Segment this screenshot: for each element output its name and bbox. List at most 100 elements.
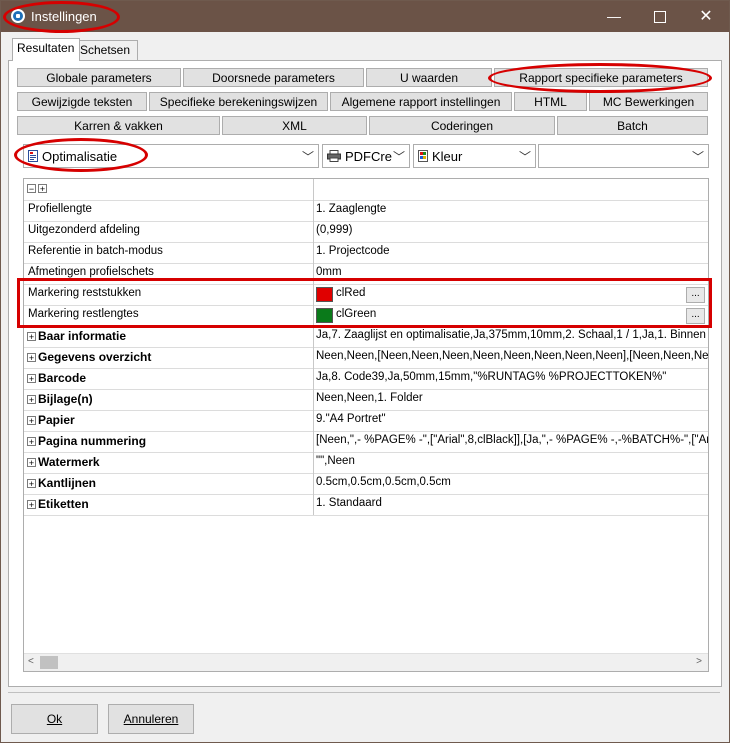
cancel-label: Annuleren: [123, 712, 179, 726]
window-title: Instellingen: [31, 9, 97, 24]
property-value[interactable]: "",Neen: [316, 455, 355, 467]
expand-icon[interactable]: +: [27, 374, 36, 384]
column-separator: [313, 326, 314, 347]
report-icon: [28, 150, 38, 162]
property-value[interactable]: 0.5cm,0.5cm,0.5cm,0.5cm: [316, 476, 451, 488]
column-separator: [313, 431, 314, 452]
property-group-row[interactable]: + Papier 9."A4 Portret": [24, 410, 708, 432]
expand-all-icon[interactable]: +: [38, 184, 47, 194]
printer-icon: [327, 150, 341, 162]
property-group-row[interactable]: + Bijlage(n) Neen,Neen,1. Folder: [24, 389, 708, 411]
printer-select-value: PDFCre: [345, 149, 392, 164]
collapse-all-icon[interactable]: −: [27, 184, 36, 194]
property-label: Papier: [38, 413, 75, 427]
ellipsis-button[interactable]: ...: [686, 287, 705, 303]
batch-button[interactable]: Batch: [557, 116, 708, 135]
specifieke-berekeningswijzen-button[interactable]: Specifieke berekeningswijzen: [149, 92, 328, 111]
property-row[interactable]: Markering restlengtes clGreen...: [24, 305, 708, 327]
html-button[interactable]: HTML: [514, 92, 587, 111]
column-separator: [313, 473, 314, 494]
property-value[interactable]: Neen,Neen,1. Folder: [316, 392, 423, 404]
tab-schetsen[interactable]: Schetsen: [75, 40, 138, 61]
expand-icon[interactable]: +: [27, 500, 36, 510]
property-value[interactable]: [Neen,",- %PAGE% -",["Arial",8,clBlack]]…: [316, 434, 708, 446]
title-bar[interactable]: Instellingen — ✕: [1, 1, 729, 32]
expand-icon[interactable]: +: [27, 437, 36, 447]
minimize-button[interactable]: —: [591, 1, 637, 32]
coderingen-button[interactable]: Coderingen: [369, 116, 555, 135]
column-separator: [313, 410, 314, 431]
ellipsis-button[interactable]: ...: [686, 308, 705, 324]
property-value[interactable]: 1. Projectcode: [316, 245, 390, 257]
property-label: Etiketten: [38, 497, 89, 511]
column-separator[interactable]: [313, 179, 314, 200]
gewijzigde-teksten-button[interactable]: Gewijzigde teksten: [17, 92, 147, 111]
property-group-row[interactable]: + Baar informatie Ja,7. Zaaglijst en optim…: [24, 326, 708, 348]
property-label: Afmetingen profielschets: [28, 266, 154, 278]
property-label: Bijlage(n): [38, 392, 93, 406]
doorsnede-parameters-button[interactable]: Doorsnede parameters: [183, 68, 364, 87]
printer-select[interactable]: PDFCre ﹀: [322, 144, 410, 168]
u-waarden-button[interactable]: U waarden: [366, 68, 492, 87]
property-value[interactable]: 1. Standaard: [316, 497, 382, 509]
mc-bewerkingen-button[interactable]: MC Bewerkingen: [589, 92, 708, 111]
scroll-right-icon[interactable]: >: [696, 656, 702, 667]
property-group-row[interactable]: + Pagina nummering [Neen,",- %PAGE% -",["A…: [24, 431, 708, 453]
property-label: Gegevens overzicht: [38, 350, 152, 364]
app-icon: [11, 9, 25, 23]
column-separator: [313, 221, 314, 242]
maximize-button[interactable]: [637, 1, 683, 32]
expand-icon[interactable]: +: [27, 332, 36, 342]
property-value[interactable]: clRed: [336, 287, 365, 299]
property-value[interactable]: Ja,7. Zaaglijst en optimalisatie,Ja,375m…: [316, 329, 706, 341]
color-select-value: Kleur: [432, 149, 463, 164]
property-group-row[interactable]: + Barcode Ja,8. Code39,Ja,50mm,15mm,"%RUNT…: [24, 368, 708, 390]
algemene-rapport-instellingen-button[interactable]: Algemene rapport instellingen: [330, 92, 512, 111]
property-group-row[interactable]: + Etiketten 1. Standaard: [24, 494, 708, 516]
expand-icon[interactable]: +: [27, 353, 36, 363]
globale-parameters-button[interactable]: Globale parameters: [17, 68, 181, 87]
report-select[interactable]: Optimalisatie ﹀: [23, 144, 319, 168]
property-row[interactable]: Afmetingen profielschets 0mm: [24, 263, 708, 285]
property-row[interactable]: Markering reststukken clRed...: [24, 284, 708, 306]
property-row[interactable]: Uitgezonderd afdeling (0,999): [24, 221, 708, 243]
rapport-specifieke-parameters-button[interactable]: Rapport specifieke parameters: [494, 68, 708, 87]
column-separator: [313, 305, 314, 326]
close-button[interactable]: ✕: [683, 1, 729, 32]
property-label: Profiellengte: [28, 203, 92, 215]
scroll-thumb[interactable]: [40, 656, 58, 669]
property-label: Barcode: [38, 371, 87, 385]
expand-icon[interactable]: +: [27, 458, 36, 468]
xml-button[interactable]: XML: [222, 116, 367, 135]
property-value[interactable]: Ja,8. Code39,Ja,50mm,15mm,"%RUNTAG% %PRO…: [316, 371, 666, 383]
property-group-row[interactable]: + Kantlijnen 0.5cm,0.5cm,0.5cm,0.5cm: [24, 473, 708, 495]
ok-button[interactable]: Ok: [11, 704, 98, 734]
karren-vakken-button[interactable]: Karren & vakken: [17, 116, 220, 135]
tab-resultaten[interactable]: Resultaten: [12, 38, 80, 61]
property-group-row[interactable]: + Watermerk "",Neen: [24, 452, 708, 474]
property-value[interactable]: 1. Zaaglengte: [316, 203, 386, 215]
chevron-down-icon: ﹀: [518, 150, 531, 164]
property-row[interactable]: Referentie in batch-modus 1. Projectcode: [24, 242, 708, 264]
ok-label: Ok: [46, 712, 63, 726]
horizontal-scrollbar[interactable]: < >: [24, 653, 708, 671]
color-select[interactable]: Kleur ﹀: [413, 144, 536, 168]
property-group-row[interactable]: + Gegevens overzicht Neen,Neen,[Neen,Neen,…: [24, 347, 708, 369]
property-value[interactable]: 0mm: [316, 266, 342, 278]
report-select-value: Optimalisatie: [42, 149, 118, 164]
extra-select[interactable]: ﹀: [538, 144, 709, 168]
property-value[interactable]: (0,999): [316, 224, 352, 236]
column-separator: [313, 452, 314, 473]
scroll-left-icon[interactable]: <: [28, 656, 34, 667]
property-value[interactable]: clGreen: [336, 308, 376, 320]
expand-icon[interactable]: +: [27, 479, 36, 489]
property-row[interactable]: Profiellengte 1. Zaaglengte: [24, 200, 708, 222]
column-separator: [313, 389, 314, 410]
property-value[interactable]: 9."A4 Portret": [316, 413, 386, 425]
cancel-button[interactable]: Annuleren: [108, 704, 194, 734]
expand-icon[interactable]: +: [27, 416, 36, 426]
expand-icon[interactable]: +: [27, 395, 36, 405]
column-separator: [313, 368, 314, 389]
property-label: Pagina nummering: [38, 434, 147, 448]
property-value[interactable]: Neen,Neen,[Neen,Neen,Neen,Neen,Neen,Neen…: [316, 350, 708, 362]
